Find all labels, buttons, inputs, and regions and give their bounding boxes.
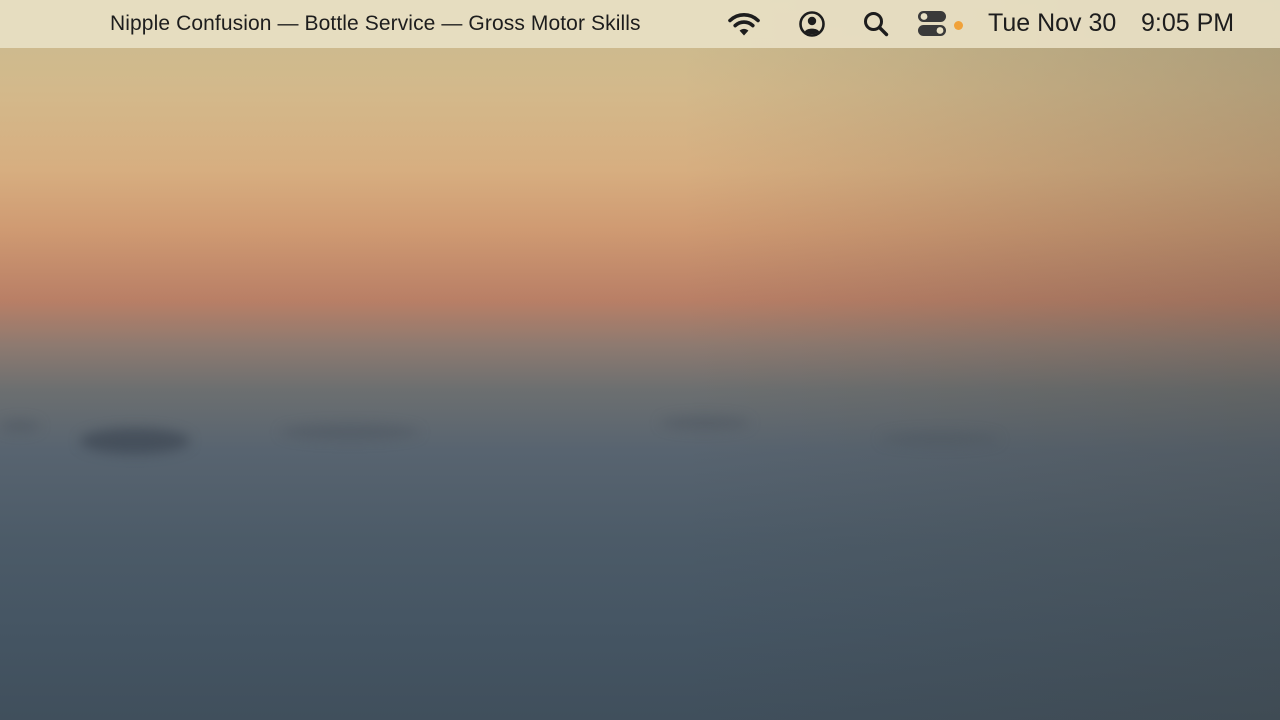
- user-account-icon[interactable]: [794, 0, 830, 48]
- control-center-icon[interactable]: [912, 0, 952, 48]
- menu-bar-date[interactable]: Tue Nov 30: [988, 0, 1116, 48]
- desktop-wallpaper: [0, 0, 1280, 720]
- wifi-icon[interactable]: [724, 0, 764, 48]
- wallpaper-cloud: [880, 432, 1000, 446]
- wallpaper-cloud: [0, 420, 40, 432]
- wallpaper-haze: [680, 0, 1280, 720]
- wallpaper-cloud: [660, 416, 750, 430]
- menu-bar: Nipple Confusion — Bottle Service — Gros…: [0, 0, 1280, 48]
- menu-bar-time[interactable]: 9:05 PM: [1141, 0, 1234, 48]
- wallpaper-cloud: [280, 424, 420, 440]
- wallpaper-cloud: [80, 428, 190, 454]
- now-playing-menu-item[interactable]: Nipple Confusion — Bottle Service — Gros…: [110, 0, 641, 48]
- privacy-indicator-dot: [954, 21, 963, 30]
- search-icon[interactable]: [858, 0, 894, 48]
